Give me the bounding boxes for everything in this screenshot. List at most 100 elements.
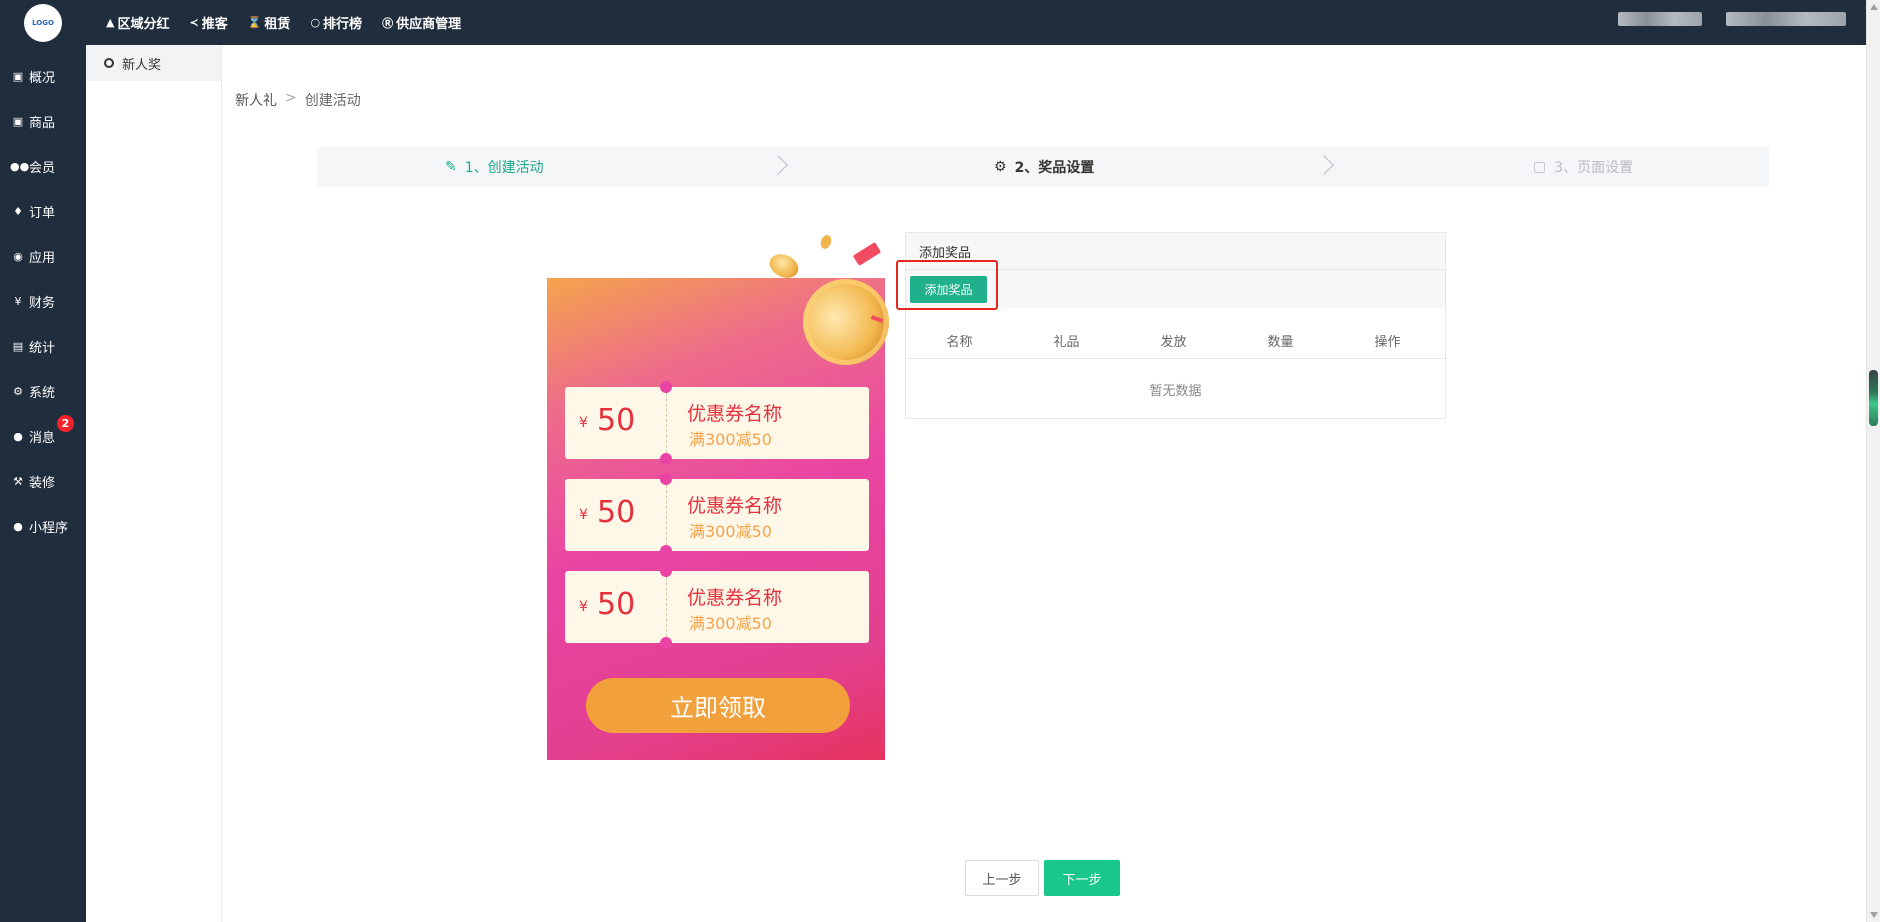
topnav-item-regional-dividend[interactable]: ▲ 区域分红 (106, 13, 169, 32)
topnav-item-rental[interactable]: ⌛ 租赁 (248, 13, 291, 32)
coupon-currency: ¥ (579, 599, 588, 615)
next-step-button[interactable]: 下一步 (1044, 860, 1120, 896)
coupon-card: ¥ 50 优惠券名称 满300减50 (565, 381, 869, 465)
brand-logo[interactable]: LOGO (24, 4, 62, 42)
user-area[interactable] (1594, 12, 1846, 26)
step-label: 2、奖品设置 (1014, 160, 1095, 176)
dashboard-icon: ▣ (12, 70, 24, 83)
cart-icon: ♦ (13, 205, 23, 218)
coupon-currency: ¥ (579, 415, 588, 431)
coupon-desc: 满300减50 (689, 614, 772, 633)
users-icon: ●● (10, 160, 30, 173)
coupon-name: 优惠券名称 (687, 495, 783, 517)
coupon-currency: ¥ (579, 507, 588, 523)
skype-icon: Ⓡ (382, 16, 394, 30)
sidebar-item-decoration[interactable]: ⚒ 装修 (0, 459, 86, 504)
coupon-card: ¥ 50 优惠券名称 满300减50 (565, 565, 869, 649)
left-sidebar: LOGO ▣ 概况 ▣ 商品 ●● 会员 ♦ 订单 ◉ 应用 ¥ 财务 ▤ 统计… (0, 0, 86, 922)
circle-icon: ○ (310, 16, 321, 29)
coupon-desc: 满300减50 (689, 522, 772, 541)
app-window: LOGO ▣ 概况 ▣ 商品 ●● 会员 ♦ 订单 ◉ 应用 ¥ 财务 ▤ 统计… (0, 0, 1880, 922)
blurred-shop-name (1618, 12, 1702, 26)
confetti-decoration (852, 242, 882, 266)
coupon-notch (660, 473, 672, 485)
coupon-name: 优惠券名称 (687, 403, 783, 425)
previous-step-button[interactable]: 上一步 (965, 860, 1039, 896)
sidebar-item-label: 小程序 (29, 521, 69, 536)
sidebar-item-label: 应用 (29, 251, 56, 266)
sidebar-item-orders[interactable]: ♦ 订单 (0, 189, 86, 234)
breadcrumb-separator: > (285, 90, 297, 106)
topnav-item-label: 排行榜 (323, 17, 363, 32)
coupon-divider (666, 393, 667, 453)
step-create-activity[interactable]: ✎ 1、创建活动 (445, 147, 544, 187)
sidebar-item-goods[interactable]: ▣ 商品 (0, 99, 86, 144)
coupon-divider (666, 485, 667, 545)
sidebar-nav: ▣ 概况 ▣ 商品 ●● 会员 ♦ 订单 ◉ 应用 ¥ 财务 ▤ 统计 ⚙ 系统… (0, 54, 86, 549)
coupon-amount: 50 (597, 587, 636, 622)
sidebar-item-miniprogram[interactable]: ● 小程序 (0, 504, 86, 549)
sidebar-item-label: 财务 (29, 296, 56, 311)
coupon-notch (660, 565, 672, 577)
topnav-item-label: 区域分红 (117, 17, 170, 32)
breadcrumb-parent[interactable]: 新人礼 (235, 90, 277, 110)
gavel-icon: ⚒ (13, 475, 23, 488)
scroll-down-arrow-icon[interactable] (1870, 912, 1878, 918)
gears-icon: ⚙ (13, 385, 23, 398)
scroll-thumb[interactable] (1869, 370, 1878, 426)
topnav-item-ranking[interactable]: ○ 排行榜 (310, 13, 362, 32)
share-icon: ≺ (189, 16, 199, 29)
message-count-badge: 2 (57, 415, 74, 432)
sidebar-item-apps[interactable]: ◉ 应用 (0, 234, 86, 279)
top-nav: ▲ 区域分红 ≺ 推客 ⌛ 租赁 ○ 排行榜 Ⓡ 供应商管理 (106, 13, 481, 32)
step-label: 3、页面设置 (1554, 160, 1634, 176)
topnav-item-label: 供应商管理 (396, 17, 462, 32)
sidebar-item-label: 会员 (29, 161, 56, 176)
prize-table-empty: 暂无数据 (1149, 383, 1202, 399)
top-bar: ▲ 区域分红 ≺ 推客 ⌛ 租赁 ○ 排行榜 Ⓡ 供应商管理 (86, 0, 1866, 45)
column-header-name: 名称 (946, 334, 973, 350)
sidebar-item-label: 商品 (29, 116, 56, 131)
hourglass-icon: ⌛ (247, 16, 262, 29)
claim-now-button[interactable]: 立即领取 (586, 678, 850, 733)
topnav-item-supplier[interactable]: Ⓡ 供应商管理 (382, 13, 462, 33)
step-page-settings[interactable]: ▢ 3、页面设置 (1533, 147, 1633, 187)
bag-icon: ▢ (1533, 159, 1547, 175)
steps-bar: ✎ 1、创建活动 ⚙ 2、奖品设置 ▢ 3、页面设置 (317, 147, 1769, 187)
step-prize-settings[interactable]: ⚙ 2、奖品设置 (994, 147, 1094, 187)
coupon-amount: 50 (597, 403, 636, 438)
coupon-amount: 50 (597, 495, 636, 530)
step-label: 1、创建活动 (464, 160, 544, 176)
sidebar-item-finance[interactable]: ¥ 财务 (0, 279, 86, 324)
coupon-desc: 满300减50 (689, 430, 772, 449)
gear-icon: ⚙ (994, 159, 1007, 175)
sidebar-item-messages[interactable]: ● 消息 2 (0, 414, 86, 459)
coupon-divider (666, 577, 667, 637)
sub-nav-new-user-award[interactable]: 新人奖 (86, 45, 221, 81)
column-header-action: 操作 (1374, 334, 1401, 350)
sub-sidebar: 新人奖 (86, 45, 222, 922)
topnav-item-label: 租赁 (264, 17, 291, 32)
sidebar-item-system[interactable]: ⚙ 系统 (0, 369, 86, 414)
sub-nav-label: 新人奖 (122, 57, 162, 73)
scroll-up-arrow-icon[interactable] (1870, 4, 1878, 10)
topnav-item-promoter[interactable]: ≺ 推客 (189, 13, 227, 32)
topnav-item-label: 推客 (201, 17, 228, 32)
goods-icon: ▣ (12, 115, 24, 128)
main-content: 新人礼 > 创建活动 ✎ 1、创建活动 ⚙ 2、奖品设置 ▢ 3、页面设置 ¥ … (223, 45, 1866, 922)
sidebar-item-overview[interactable]: ▣ 概况 (0, 54, 86, 99)
sidebar-item-label: 概况 (29, 71, 56, 86)
column-header-gift: 礼品 (1053, 334, 1080, 350)
sidebar-item-stats[interactable]: ▤ 统计 (0, 324, 86, 369)
wechat-icon: ● (13, 520, 23, 533)
coin-decoration (818, 233, 834, 251)
sidebar-item-members[interactable]: ●● 会员 (0, 144, 86, 189)
coupon-notch (660, 453, 672, 465)
step-chevron-icon (1314, 155, 1334, 175)
bar-chart-icon: ▤ (12, 340, 24, 353)
coupon-notch (660, 637, 672, 649)
annotation-highlight-box (896, 260, 998, 310)
vertical-scrollbar[interactable] (1866, 0, 1880, 922)
coupon-notch (660, 381, 672, 393)
sidebar-item-label: 系统 (29, 386, 56, 401)
